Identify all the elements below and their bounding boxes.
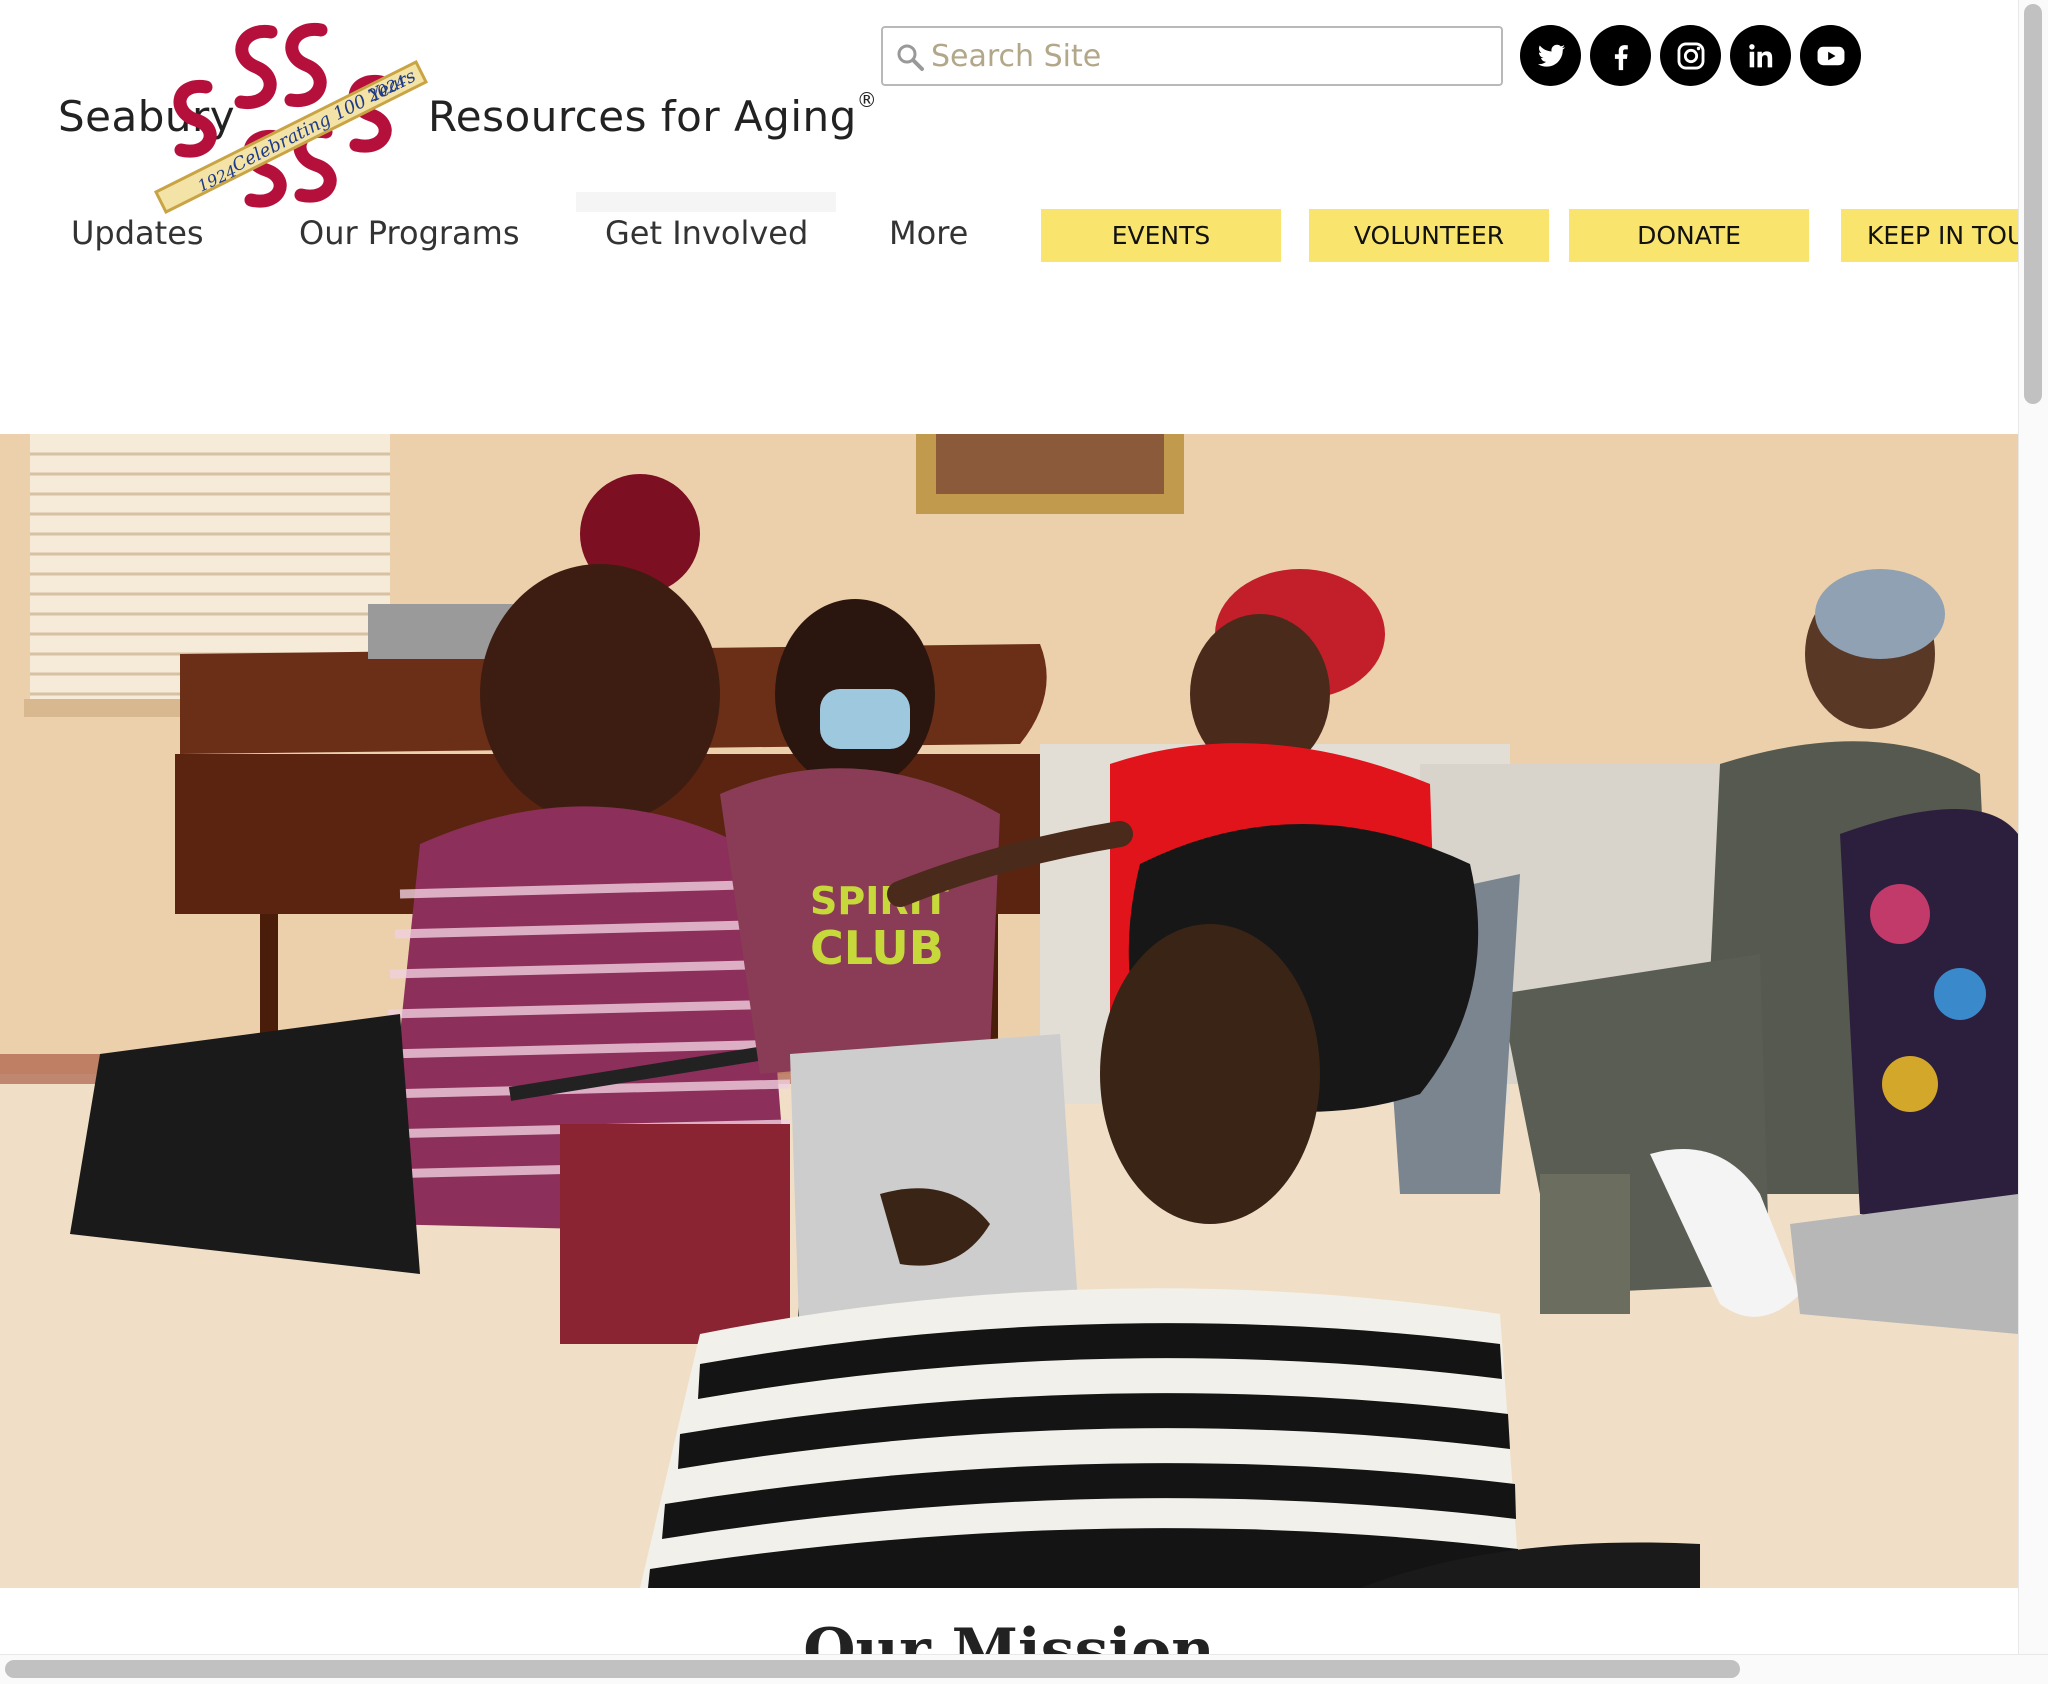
search-icon[interactable] bbox=[895, 42, 925, 72]
volunteer-button[interactable]: VOLUNTEER bbox=[1309, 209, 1549, 262]
donate-button-label: DONATE bbox=[1637, 221, 1741, 250]
hero-image: SPIRIT CLUB bbox=[0, 434, 2018, 1588]
linkedin-icon[interactable] bbox=[1730, 25, 1791, 86]
keep-in-touch-button[interactable]: KEEP IN TOUCH bbox=[1841, 209, 2018, 262]
search-box[interactable] bbox=[881, 26, 1503, 86]
youtube-icon[interactable] bbox=[1800, 25, 1861, 86]
logo-text-resources: Resources for Aging® bbox=[428, 88, 877, 141]
horizontal-scrollbar-thumb[interactable] bbox=[5, 1660, 1740, 1678]
vertical-scrollbar-thumb[interactable] bbox=[2024, 4, 2042, 404]
facebook-icon[interactable] bbox=[1590, 25, 1651, 86]
logo-text-resources-label: Resources for Aging bbox=[428, 92, 857, 141]
nav-item-updates[interactable]: Updates bbox=[71, 214, 204, 252]
social-links bbox=[1520, 25, 1861, 87]
donate-button[interactable]: DONATE bbox=[1569, 209, 1809, 262]
events-button-label: EVENTS bbox=[1111, 221, 1211, 250]
events-button[interactable]: EVENTS bbox=[1041, 209, 1281, 262]
search-input[interactable] bbox=[929, 34, 1489, 78]
keep-in-touch-button-label: KEEP IN TOUCH bbox=[1867, 221, 2018, 250]
nav-hover-highlight bbox=[576, 192, 836, 212]
nav-item-get-involved[interactable]: Get Involved bbox=[605, 214, 808, 252]
hero-photo-illustration: SPIRIT CLUB bbox=[0, 434, 2018, 1588]
seabury-emblem-icon: 1924 Celebrating 100 Years 2024 bbox=[153, 23, 429, 215]
volunteer-button-label: VOLUNTEER bbox=[1353, 221, 1505, 250]
nav-item-more[interactable]: More bbox=[889, 214, 968, 252]
instagram-icon[interactable] bbox=[1660, 25, 1721, 86]
page: Seabury 1924 Celebrating 100 Years 2024 … bbox=[0, 0, 2048, 1684]
twitter-icon[interactable] bbox=[1520, 25, 1581, 86]
shirt-text-club: CLUB bbox=[810, 921, 944, 975]
nav-item-our-programs[interactable]: Our Programs bbox=[299, 214, 519, 252]
registered-mark: ® bbox=[856, 88, 878, 112]
